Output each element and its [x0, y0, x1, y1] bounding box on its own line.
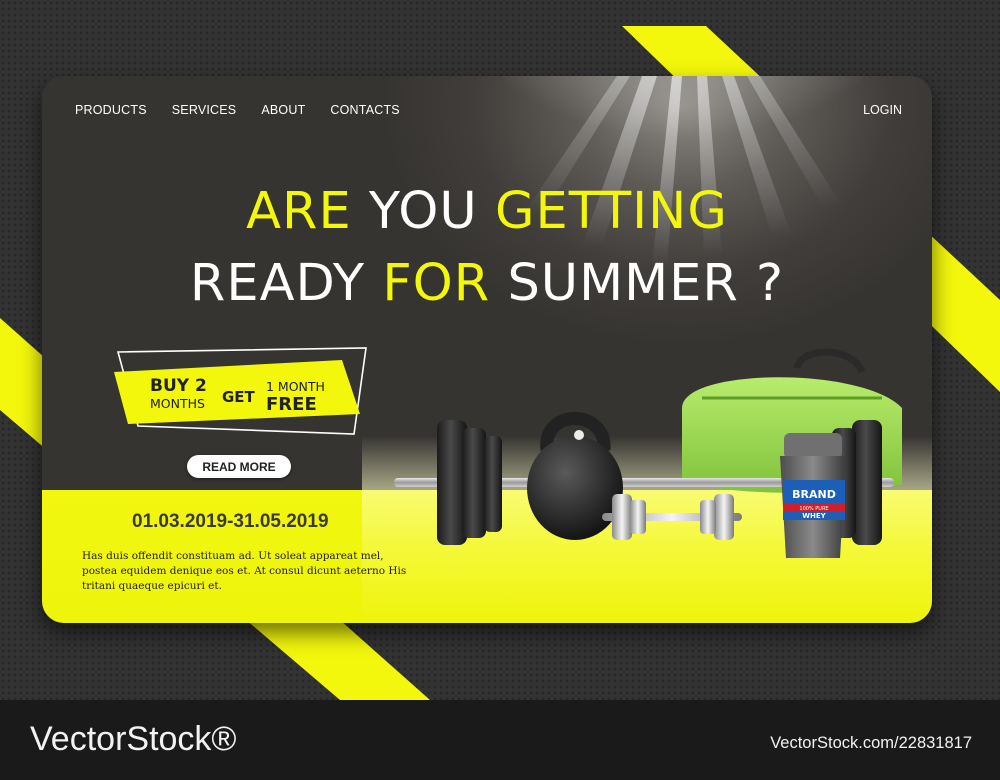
- nav-contacts[interactable]: CONTACTS: [330, 103, 399, 117]
- headline-word: GETTING: [494, 182, 728, 241]
- kettlebell: [527, 412, 623, 540]
- landing-card: PRODUCTS SERVICES ABOUT CONTACTS LOGIN A…: [42, 76, 932, 623]
- main-nav: PRODUCTS SERVICES ABOUT CONTACTS: [75, 103, 400, 117]
- headline-word: SUMMER ?: [507, 254, 785, 313]
- login-link[interactable]: LOGIN: [863, 103, 902, 117]
- headline-word: YOU: [368, 182, 495, 241]
- watermark-id: VectorStock.com/22831817: [770, 734, 972, 752]
- headline-line-2: READY FOR SUMMER ?: [42, 254, 932, 313]
- promo-free-unit: 1 MONTH: [266, 379, 325, 394]
- promo-buy-count: BUY 2: [150, 376, 207, 396]
- promo-get: GET: [222, 388, 255, 406]
- headline-line-1: ARE YOU GETTING: [42, 182, 932, 241]
- watermark-bar: VectorStock® VectorStock.com/22831817: [0, 700, 1000, 780]
- watermark-logo: VectorStock®: [30, 720, 237, 758]
- headline-word: READY: [189, 254, 383, 313]
- headline-word: ARE: [246, 182, 369, 241]
- shaker-brand: BRAND: [792, 488, 836, 501]
- promo-badge: BUY 2 MONTHS GET 1 MONTH FREE: [110, 346, 372, 438]
- read-more-button[interactable]: READ MORE: [187, 455, 291, 478]
- headline-word: FOR: [382, 254, 508, 313]
- promo-buy-unit: MONTHS: [150, 396, 205, 411]
- shaker-name: WHEY: [802, 512, 826, 520]
- protein-shaker: BRAND 100% PURE WHEY: [780, 433, 846, 558]
- fitness-equipment-illustration: BRAND 100% PURE WHEY: [394, 348, 902, 558]
- promo-free: FREE: [266, 394, 317, 415]
- offer-dates: 01.03.2019-31.05.2019: [132, 511, 329, 532]
- nav-about[interactable]: ABOUT: [261, 103, 305, 117]
- nav-services[interactable]: SERVICES: [172, 103, 237, 117]
- dumbbell: [602, 494, 742, 540]
- nav-products[interactable]: PRODUCTS: [75, 103, 147, 117]
